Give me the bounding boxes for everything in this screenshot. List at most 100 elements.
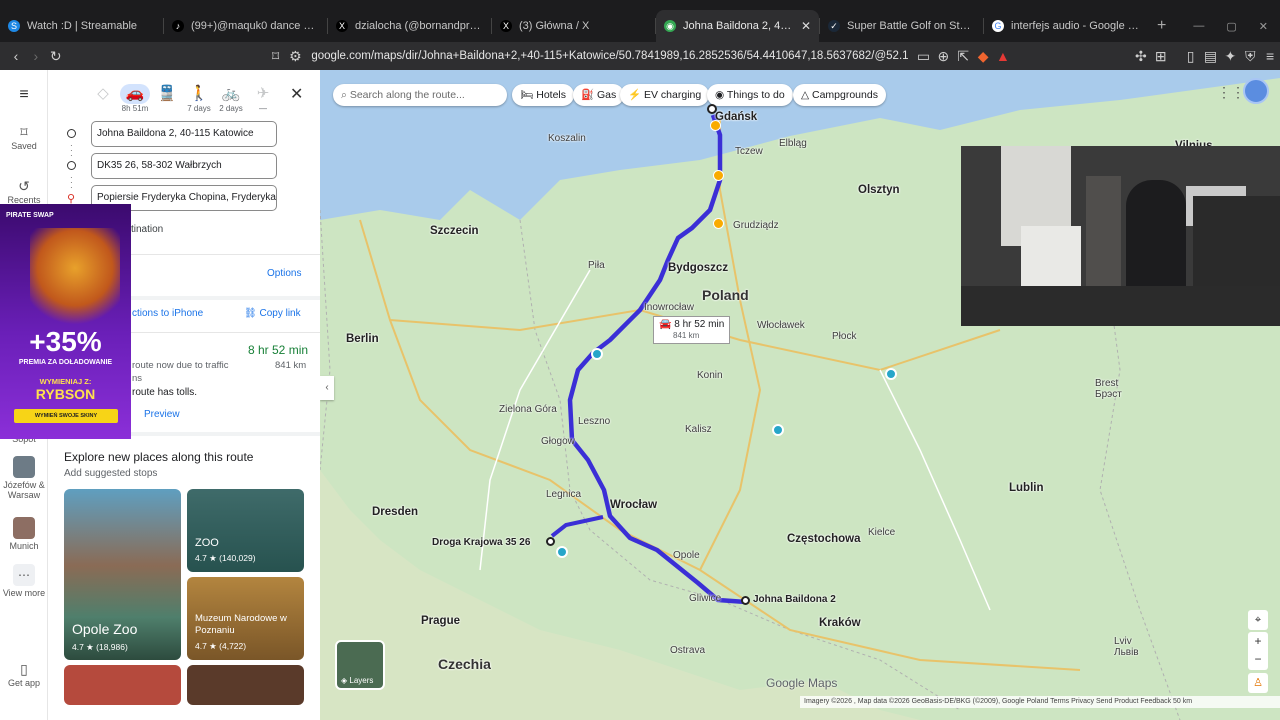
collapse-panel-button[interactable]: ‹ (320, 376, 334, 400)
address-bar[interactable]: google.com/maps/dir/Johna+Baildona+2,+40… (311, 50, 907, 62)
layers-label: Layers (349, 676, 374, 685)
my-location-icon[interactable]: ⌖ (1248, 610, 1268, 630)
gas-chip[interactable]: ⛽ Gas (573, 84, 625, 106)
brave-shield-icon[interactable]: ◆ (973, 48, 993, 65)
toll-marker-icon-3[interactable] (710, 120, 721, 131)
city-leszno: Leszno (578, 416, 611, 427)
zoom-out-button[interactable]: − (1248, 650, 1268, 668)
google-apps-icon[interactable]: ⋮⋮ (1217, 84, 1245, 101)
walking-icon: 🚶 (189, 85, 209, 102)
extensions-icon[interactable]: ✣ (1131, 48, 1151, 65)
close-window-icon[interactable]: ✕ (1259, 20, 1268, 33)
browser-tab[interactable]: ♪ (99+)@maquk0 dance #cortisol #hig (164, 10, 327, 42)
place-card-4[interactable] (64, 665, 181, 705)
view-more-button[interactable]: ⋯ View more (0, 564, 48, 598)
hamburger-menu-icon[interactable]: ≡ (0, 86, 48, 104)
leo-icon[interactable]: ✦ (1220, 48, 1240, 65)
sidebar-icon[interactable]: ▯ (1181, 48, 1201, 65)
browser-tab[interactable]: Ginterfejs audio - Google Search (984, 10, 1147, 42)
forward-icon[interactable]: › (26, 48, 46, 64)
account-avatar[interactable] (1243, 78, 1269, 104)
route-time-callout[interactable]: 🚘 8 hr 52 min 841 km (653, 316, 731, 344)
poi-marker-icon[interactable] (591, 348, 603, 360)
menu-icon[interactable]: ≡ (1260, 48, 1280, 64)
tab-label: Super Battle Golf on Steam (847, 20, 975, 32)
things-to-do-chip[interactable]: ◉ Things to do (707, 84, 793, 106)
waypoint-field[interactable]: DK35 26, 58-302 Wałbrzych (91, 153, 277, 179)
mode-label: 2 days (219, 104, 243, 113)
bookmark-icon[interactable]: ⌑ (266, 48, 286, 65)
translate-icon[interactable]: ⊞ (1151, 48, 1171, 65)
place-card-opole-zoo[interactable]: Opole Zoo 4.7 ★ (18,986) (64, 489, 181, 660)
ev-charging-chip[interactable]: ⚡ EV charging (620, 84, 710, 106)
place-rating: 4.7 ★ (4,722) (195, 641, 247, 651)
toll-marker-icon-2[interactable] (713, 218, 724, 229)
destination-marker[interactable] (707, 104, 717, 114)
options-button[interactable]: Options (267, 268, 301, 279)
tab-label: Johna Baildona 2, 40-115 Katow (683, 20, 795, 32)
camp-label: Campgrounds (812, 89, 878, 101)
send-to-phone-button[interactable]: ctions to iPhone (132, 308, 203, 319)
browser-tab[interactable]: S Watch :D | Streamable (0, 10, 163, 42)
wallet-icon[interactable]: ▤ (1201, 48, 1221, 65)
ad-cta-button[interactable]: WYMIEŃ SWOJE SKINY (14, 409, 118, 423)
get-app-button[interactable]: ▯ Get app (0, 661, 48, 688)
campgrounds-chip[interactable]: △ Campgrounds (793, 84, 886, 106)
saved-button[interactable]: ⌑ Saved (0, 124, 48, 151)
close-directions-icon[interactable]: ✕ (290, 84, 303, 104)
place-card-muzeum[interactable]: Muzeum Narodowe w Poznaniu 4.7 ★ (4,722) (187, 577, 304, 660)
new-tab-button[interactable]: + (1157, 17, 1166, 35)
cycling-mode-button[interactable]: 🚲 2 days (216, 84, 246, 113)
cast-icon[interactable]: ▭ (914, 48, 934, 65)
site-info-icon[interactable]: ⚙ (286, 48, 306, 65)
poi-marker-icon-3[interactable] (885, 368, 897, 380)
browser-tab[interactable]: ✓ Super Battle Golf on Steam (820, 10, 983, 42)
best-mode-button[interactable]: ◇ (88, 84, 118, 104)
browser-tab[interactable]: Xdzialocha (@bornandproud2011) / X (328, 10, 491, 42)
share-icon[interactable]: ⇱ (953, 48, 973, 65)
place-card-zoo[interactable]: ZOO 4.7 ★ (140,029) (187, 489, 304, 572)
layers-button[interactable]: ◈ Layers (335, 640, 385, 690)
place-name: ZOO (195, 537, 219, 549)
recent-munich-button[interactable]: Munich (0, 517, 48, 551)
maximize-icon[interactable]: ▢ (1226, 20, 1236, 33)
browser-tab[interactable]: X (3) Główna / X (492, 10, 655, 42)
driving-mode-button[interactable]: 🚗 8h 51m (120, 84, 150, 113)
vpn-icon[interactable]: ⛨ (1240, 48, 1260, 65)
hotels-chip[interactable]: 🛏 Hotels (512, 84, 575, 106)
search-along-route-input[interactable]: ⌕ Search along the route... (333, 84, 507, 106)
origin-field[interactable]: Johna Baildona 2, 40-115 Katowice (91, 121, 277, 147)
waypoint-marker[interactable] (546, 537, 555, 546)
advertisement-overlay[interactable]: PIRATE SWAP +35% PREMIA ZA DOŁADOWANIE W… (0, 204, 131, 439)
walking-mode-button[interactable]: 🚶 7 days (184, 84, 214, 113)
minimize-icon[interactable]: — (1193, 20, 1204, 33)
origin-marker[interactable] (741, 596, 750, 605)
toll-marker-icon[interactable] (713, 170, 724, 181)
zoom-icon[interactable]: ⊕ (933, 48, 953, 65)
brave-rewards-icon[interactable]: ▲ (993, 48, 1013, 64)
city-prague: Prague (421, 615, 460, 627)
poi-marker-icon-4[interactable] (556, 546, 568, 558)
flight-mode-button[interactable]: ✈ — (248, 84, 278, 113)
car-icon: 🚗 (120, 84, 150, 104)
car-icon: 🚘 (659, 319, 675, 330)
tab-close-icon[interactable]: ✕ (801, 19, 811, 33)
zoom-in-button[interactable]: + (1248, 632, 1268, 650)
city-wloclawek: Włocławek (757, 320, 805, 331)
city-brest: Brest Брэст (1095, 378, 1122, 400)
preview-button[interactable]: Preview (144, 409, 180, 420)
reload-icon[interactable]: ↻ (46, 48, 66, 65)
ad-line2: WYMIENIAJ Z: (39, 377, 92, 386)
poi-marker-icon-2[interactable] (772, 424, 784, 436)
route-distance: 841 km (275, 360, 307, 371)
pegman-icon[interactable]: ♙ (1248, 673, 1268, 693)
transit-mode-button[interactable]: 🚆 (152, 84, 182, 104)
city-elblag: Elbląg (779, 138, 807, 149)
place-card-5[interactable] (187, 665, 304, 705)
add-destination-button[interactable]: tination (131, 224, 163, 235)
browser-tab[interactable]: ◉ Johna Baildona 2, 40-115 Katow ✕ (656, 10, 819, 42)
recents-button[interactable]: ↺ Recents (0, 178, 48, 205)
back-icon[interactable]: ‹ (6, 48, 26, 64)
recent-jozefow-button[interactable]: Józefów & Warsaw (0, 456, 48, 500)
copy-link-button[interactable]: ⛓ Copy link (244, 308, 301, 319)
